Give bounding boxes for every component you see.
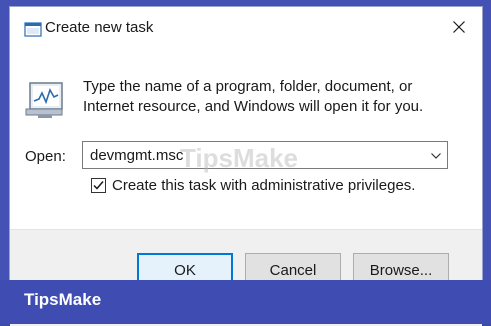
open-label: Open: [25,148,66,165]
close-button[interactable] [436,7,482,51]
admin-checkbox-row[interactable]: Create this task with administrative pri… [91,177,415,194]
close-icon [453,20,465,38]
open-combobox[interactable]: devmgmt.msc [82,141,448,169]
dialog-description: Type the name of a program, folder, docu… [83,78,424,115]
title-bar: Create new task [10,7,482,51]
create-task-dialog: Create new task Type the name of a progr… [9,6,483,326]
dropdown-button[interactable] [425,142,447,168]
open-input-value[interactable]: devmgmt.msc [90,147,183,164]
task-manager-icon [24,81,66,121]
brand-watermark: TipsMake [24,290,102,309]
run-dialog-icon [23,20,43,40]
window-title: Create new task [45,19,154,36]
admin-checkbox[interactable] [91,178,106,193]
admin-checkbox-label: Create this task with administrative pri… [112,177,416,194]
chevron-down-icon [431,146,441,164]
